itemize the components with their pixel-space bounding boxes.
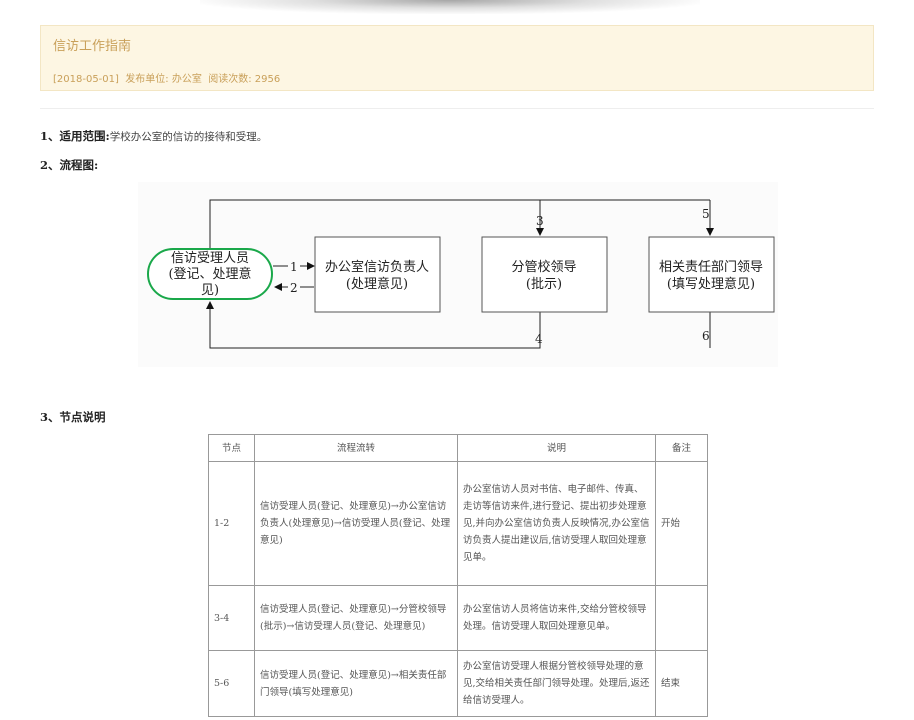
- table-row: 1-2 信访受理人员(登记、处理意见)→办公室信访负责人(处理意见)→信访受理人…: [208, 461, 708, 586]
- label-1: 1: [290, 260, 298, 274]
- node-vice-president-line2: (批示): [526, 277, 562, 292]
- publisher-label: 发布单位:: [125, 74, 169, 85]
- header-flow: 流程流转: [254, 434, 458, 462]
- cell-node: 1-2: [208, 461, 255, 586]
- node-vice-president-line1: 分管校领导: [511, 259, 576, 275]
- publish-date: [2018-05-01]: [53, 74, 119, 85]
- label-4: 4: [535, 332, 543, 346]
- node-department-head-line1: 相关责任部门领导: [659, 260, 763, 275]
- label-6: 6: [702, 329, 710, 343]
- views-count: 2956: [254, 74, 281, 85]
- table-row: 3-4 信访受理人员(登记、处理意见)→分管校领导(批示)→信访受理人员(登记、…: [208, 585, 708, 651]
- nodes-heading: 3、节点说明: [40, 410, 106, 424]
- cell-desc: 办公室信访人员对书信、电子邮件、传真、走访等信访来件,进行登记、提出初步处理意见…: [457, 461, 656, 586]
- article-meta: [2018-05-01] 发布单位: 办公室 阅读次数: 2956: [53, 70, 280, 85]
- article-title: 信访工作指南: [53, 39, 132, 54]
- start-node-line2: (登记、处理意: [168, 266, 251, 282]
- cell-flow: 信访受理人员(登记、处理意见)→相关责任部门领导(填写处理意见): [254, 650, 458, 717]
- scope-text: 学校办公室的信访的接待和受理。: [109, 131, 268, 143]
- label-2: 2: [290, 281, 298, 295]
- scope-heading: 1、适用范围:: [40, 129, 110, 143]
- cell-node: 3-4: [208, 585, 255, 651]
- cell-desc: 办公室信访受理人根据分管校领导处理的意见,交给相关责任部门领导处理。处理后,返还…: [457, 650, 656, 717]
- article-header: 信访工作指南 [2018-05-01] 发布单位: 办公室 阅读次数: 2956: [40, 25, 874, 91]
- flow-section: 2、流程图:: [40, 157, 98, 173]
- header-desc: 说明: [457, 434, 656, 462]
- cell-node: 5-6: [208, 650, 255, 717]
- views-label: 阅读次数:: [208, 74, 252, 85]
- cell-note: 结束: [655, 650, 708, 717]
- table-header-row: 节点 流程流转 说明 备注: [208, 434, 708, 462]
- start-node-line3: 见): [201, 283, 219, 298]
- flowchart: 1 2 3 4 5 6 信访受理人员 (登记、处理意 见) 办公室信访负责人 (…: [138, 182, 778, 367]
- nodes-section: 3、节点说明: [40, 409, 106, 425]
- top-shadow: [200, 0, 700, 14]
- top-loop-line: [209, 199, 710, 259]
- start-node-line1: 信访受理人员: [171, 251, 249, 266]
- cell-note: [655, 585, 708, 651]
- node-office-head-line1: 办公室信访负责人: [325, 259, 429, 275]
- cell-flow: 信访受理人员(登记、处理意见)→办公室信访负责人(处理意见)→信访受理人员(登记…: [254, 461, 458, 586]
- cell-flow: 信访受理人员(登记、处理意见)→分管校领导(批示)→信访受理人员(登记、处理意见…: [254, 585, 458, 651]
- node-department-head-line2: (填写处理意见): [667, 276, 755, 292]
- publisher-value: 办公室: [171, 74, 202, 85]
- header-note: 备注: [655, 434, 708, 462]
- table-row: 5-6 信访受理人员(登记、处理意见)→相关责任部门领导(填写处理意见) 办公室…: [208, 650, 708, 717]
- flowchart-svg: 1 2 3 4 5 6 信访受理人员 (登记、处理意 见) 办公室信访负责人 (…: [147, 199, 775, 349]
- flow-heading: 2、流程图:: [40, 158, 99, 172]
- cell-note: 开始: [655, 461, 708, 586]
- label-3: 3: [536, 214, 544, 228]
- header-node: 节点: [208, 434, 255, 462]
- header-divider: [40, 108, 874, 109]
- scope-section: 1、适用范围:学校办公室的信访的接待和受理。: [40, 128, 267, 144]
- cell-desc: 办公室信访人员将信访来件,交给分管校领导处理。信访受理人取回处理意见单。: [457, 585, 656, 651]
- label-5: 5: [702, 207, 710, 221]
- node-office-head-line2: (处理意见): [346, 276, 408, 292]
- node-table: 节点 流程流转 说明 备注 1-2 信访受理人员(登记、处理意见)→办公室信访负…: [208, 434, 708, 717]
